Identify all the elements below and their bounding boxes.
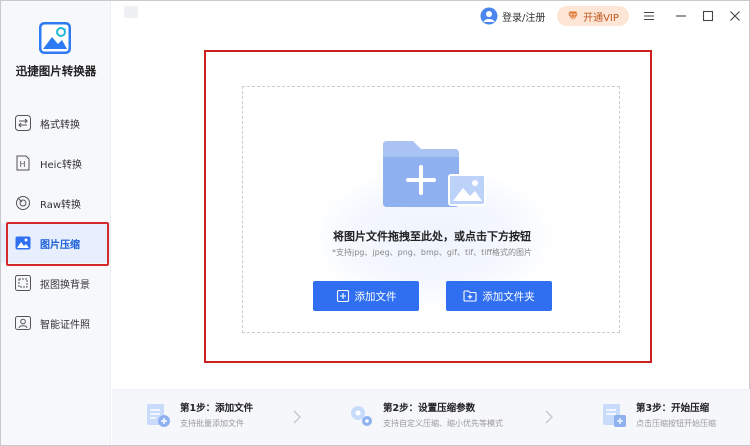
chevron-right-icon	[293, 410, 301, 424]
drop-format-hint: *支持jpg、jpeg、png、bmp、gif、tif、tiff格式的图片	[331, 248, 533, 257]
image-compress-icon	[15, 236, 31, 250]
sidebar-nav: 格式转换 H Heic转换 Raw转换 图片压缩 抠图换背景 智能证件照	[1, 103, 111, 343]
id-photo-icon	[15, 316, 31, 330]
maximize-button[interactable]	[699, 7, 717, 25]
swap-arrows-icon	[15, 115, 31, 131]
step-desc: 点击压缩按钮开始压缩	[636, 419, 716, 428]
menu-button[interactable]	[640, 7, 658, 25]
sidebar-item-label: Heic转换	[40, 159, 82, 171]
sidebar-item-label: Raw转换	[40, 199, 82, 211]
tab-placeholder	[124, 6, 138, 18]
title-bar: 登录/注册 开通VIP	[112, 1, 750, 31]
sidebar-item-cutout-background[interactable]: 抠图换背景	[1, 263, 111, 303]
step-desc: 支持自定义压缩、缩小优先等模式	[383, 419, 503, 428]
maximize-icon	[702, 10, 714, 22]
add-file-label: 添加文件	[354, 290, 397, 303]
vip-diamond-icon	[568, 11, 579, 21]
sidebar-item-label: 抠图换背景	[40, 279, 90, 291]
sidebar-item-id-photo[interactable]: 智能证件照	[1, 303, 111, 343]
step-2: 第2步：设置压缩参数 支持自定义压缩、缩小优先等模式	[347, 400, 503, 429]
minimize-button[interactable]	[672, 7, 690, 25]
folder-image-icon	[383, 141, 486, 207]
app-window: 迅捷图片转换器 格式转换 H Heic转换 Raw转换 图片压缩 抠图换背景 智…	[0, 0, 750, 446]
step-title: 第2步：设置压缩参数	[383, 403, 476, 414]
add-folder-button[interactable]: 添加文件夹	[446, 281, 552, 311]
steps-bar: 第1步：添加文件 支持批量添加文件 第2步：设置压缩参数 支持自定义压缩、缩小优…	[112, 389, 750, 445]
step-3: 第3步：开始压缩 点击压缩按钮开始压缩	[600, 400, 716, 429]
user-avatar-icon	[480, 7, 498, 25]
add-file-button[interactable]: 添加文件	[313, 281, 419, 311]
sidebar-item-label: 智能证件照	[40, 319, 90, 331]
minimize-icon	[676, 15, 686, 17]
sidebar-item-image-compress[interactable]: 图片压缩	[1, 223, 111, 263]
chevron-right-icon	[545, 410, 553, 424]
raw-camera-icon	[16, 196, 30, 210]
step-title: 第1步：添加文件	[180, 403, 254, 414]
login-label: 登录/注册	[502, 12, 546, 24]
login-button[interactable]: 登录/注册	[480, 7, 545, 25]
cutout-icon	[15, 275, 31, 291]
sidebar: 迅捷图片转换器 格式转换 H Heic转换 Raw转换 图片压缩 抠图换背景 智…	[1, 1, 111, 445]
sidebar-item-heic-convert[interactable]: H Heic转换	[1, 143, 111, 183]
hamburger-menu-icon	[644, 11, 654, 21]
step-1: 第1步：添加文件 支持批量添加文件	[144, 400, 253, 429]
heic-file-icon: H	[16, 155, 30, 171]
drop-title: 将图片文件拖拽至此处，或点击下方按钮	[333, 230, 531, 243]
vip-label: 开通VIP	[583, 12, 619, 24]
sidebar-item-label: 格式转换	[40, 119, 80, 131]
add-file-step-icon	[147, 403, 170, 427]
step-title: 第3步：开始压缩	[636, 403, 710, 414]
add-file-icon	[336, 289, 349, 303]
vip-button[interactable]: 开通VIP	[557, 6, 629, 26]
sidebar-item-format-convert[interactable]: 格式转换	[1, 103, 111, 143]
add-folder-label: 添加文件夹	[482, 290, 535, 303]
svg-text:H: H	[20, 160, 26, 169]
add-folder-icon	[463, 290, 477, 302]
app-logo-icon	[39, 22, 71, 54]
sidebar-item-raw-convert[interactable]: Raw转换	[1, 183, 111, 223]
settings-gears-icon	[351, 405, 372, 426]
compress-start-icon	[603, 403, 626, 427]
step-desc: 支持批量添加文件	[180, 419, 244, 428]
sidebar-item-label: 图片压缩	[40, 239, 80, 251]
close-icon	[730, 11, 740, 21]
app-title: 迅捷图片转换器	[15, 64, 97, 78]
close-button[interactable]	[726, 7, 744, 25]
file-drop-zone[interactable]: 将图片文件拖拽至此处，或点击下方按钮 *支持jpg、jpeg、png、bmp、g…	[242, 86, 620, 333]
